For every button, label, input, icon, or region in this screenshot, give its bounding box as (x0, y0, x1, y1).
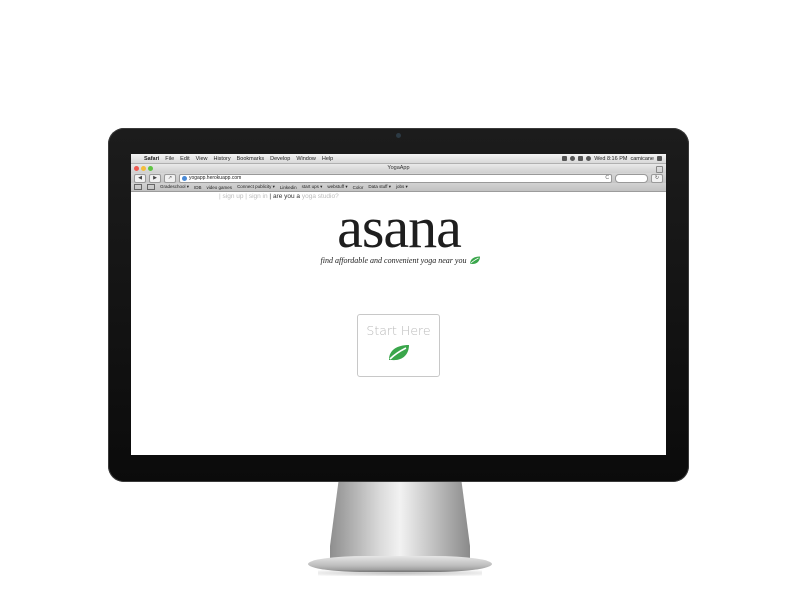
forward-button[interactable]: ▶ (149, 173, 161, 183)
minimize-window-icon[interactable] (141, 166, 146, 171)
close-window-icon[interactable] (134, 166, 139, 171)
menubar-user[interactable]: camicane (630, 156, 654, 162)
browser-toolbar: ◀ ▶ ↗ yogapp.herokuapp.com C ↻ (131, 173, 666, 183)
back-button[interactable]: ◀ (134, 173, 146, 183)
reading-list-icon[interactable] (134, 184, 142, 190)
start-here-label: Start Here (366, 323, 431, 338)
site-logo: asana (337, 195, 462, 260)
bookmark-item[interactable]: Data stuff ▾ (368, 184, 391, 190)
tray-status-icon[interactable] (570, 156, 576, 161)
menu-help[interactable]: Help (319, 156, 336, 162)
menu-view[interactable]: View (193, 156, 211, 162)
sign-up-link[interactable]: sign up (223, 193, 244, 200)
link-separator: | (219, 193, 221, 200)
site-globe-icon (182, 175, 187, 181)
window-title: YogaApp (387, 165, 410, 171)
tagline: find affordable and convenient yoga near… (301, 256, 501, 265)
leaf-icon (470, 256, 481, 265)
bookmark-item[interactable]: Connect publicity ▾ (237, 184, 275, 190)
stand-shadow (318, 570, 482, 576)
menu-window[interactable]: Window (293, 156, 319, 162)
studio-prompt-text: are you a (272, 193, 301, 200)
monitor-stand-neck (330, 482, 470, 560)
start-here-button[interactable]: Start Here (357, 314, 440, 377)
downloads-icon[interactable]: ↻ (651, 173, 663, 183)
tray-app-icon[interactable] (562, 156, 568, 161)
bookmark-item[interactable]: Color (353, 185, 364, 190)
address-bar-url: yogapp.herokuapp.com (189, 175, 242, 181)
search-field[interactable] (615, 173, 648, 183)
link-separator: | (269, 193, 272, 200)
menubar-tray: Wed 8:16 PM camicane (562, 156, 666, 162)
menubar-clock[interactable]: Wed 8:16 PM (594, 156, 627, 162)
window-controls (134, 166, 153, 171)
spotlight-icon[interactable] (657, 156, 662, 161)
menu-history[interactable]: History (210, 156, 233, 162)
tagline-text: find affordable and convenient yoga near… (320, 256, 467, 265)
sign-in-link[interactable]: sign in (249, 193, 268, 200)
bookmarks-bar: Gradeschool ▾ IDB video games Connect pu… (131, 183, 666, 192)
web-page: | sign up | sign in | are you a yoga stu… (131, 192, 666, 454)
menu-app-name[interactable]: Safari (141, 156, 162, 162)
menu-bookmarks[interactable]: Bookmarks (234, 156, 268, 162)
bookmark-item[interactable]: webstuff ▾ (327, 184, 347, 190)
bookmark-item[interactable]: Linkedin (280, 185, 297, 190)
top-sites-icon[interactable] (147, 184, 155, 190)
reload-icon[interactable]: C (605, 175, 609, 181)
tray-wifi-icon[interactable] (586, 156, 592, 161)
menu-edit[interactable]: Edit (177, 156, 192, 162)
bookmark-item[interactable]: Gradeschool ▾ (160, 184, 189, 190)
address-bar[interactable]: yogapp.herokuapp.com C (179, 173, 612, 183)
link-separator: | (245, 193, 247, 200)
fullscreen-icon[interactable] (656, 166, 663, 173)
bookmark-item[interactable]: start ups ▾ (302, 184, 323, 190)
menu-develop[interactable]: Develop (267, 156, 293, 162)
window-titlebar: YogaApp (131, 164, 666, 173)
monitor-screen: Safari File Edit View History Bookmarks … (131, 154, 666, 455)
leaf-icon (388, 345, 409, 361)
zoom-window-icon[interactable] (148, 166, 153, 171)
bookmark-item[interactable]: jobs ▾ (396, 184, 408, 190)
os-menubar: Safari File Edit View History Bookmarks … (131, 154, 666, 164)
tray-battery-icon[interactable] (578, 156, 584, 161)
bookmark-item[interactable]: video games (207, 185, 233, 190)
monitor-frame: Safari File Edit View History Bookmarks … (108, 128, 689, 482)
menu-file[interactable]: File (162, 156, 177, 162)
camera-dot (396, 133, 401, 138)
bookmark-item[interactable]: IDB (194, 185, 202, 190)
share-button[interactable]: ↗ (164, 173, 176, 183)
